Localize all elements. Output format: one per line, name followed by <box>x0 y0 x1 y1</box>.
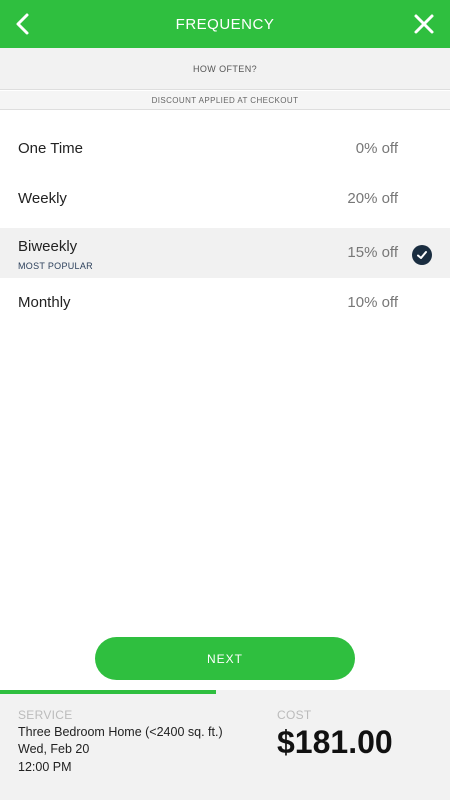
option-weekly[interactable]: Weekly 20% off <box>0 174 450 228</box>
option-discount: 10% off <box>347 294 398 311</box>
chevron-left-icon[interactable] <box>12 12 36 36</box>
how-often-text: HOW OFTEN? <box>193 63 257 74</box>
frequency-options: One Time 0% off Weekly 20% off Biweekly … <box>0 124 450 332</box>
cost-value: $181.00 <box>277 724 393 760</box>
close-icon[interactable] <box>413 13 435 35</box>
service-date: Wed, Feb 20 <box>18 742 90 756</box>
option-name: Biweekly <box>18 238 78 255</box>
option-one-time[interactable]: One Time 0% off <box>0 124 450 174</box>
cost-label: COST <box>277 708 312 722</box>
most-popular-badge: MOST POPULAR <box>18 261 93 271</box>
option-monthly[interactable]: Monthly 10% off <box>0 278 450 332</box>
option-discount: 0% off <box>355 140 398 157</box>
discount-note-bar: DISCOUNT APPLIED AT CHECKOUT <box>0 91 450 110</box>
option-discount: 15% off <box>347 244 398 261</box>
option-discount: 20% off <box>347 190 398 207</box>
option-name: Monthly <box>18 294 71 311</box>
app-header: FREQUENCY <box>0 0 450 48</box>
how-often-bar: HOW OFTEN? <box>0 48 450 90</box>
next-button[interactable]: NEXT <box>95 637 355 680</box>
booking-summary: SERVICE Three Bedroom Home (<2400 sq. ft… <box>0 694 450 800</box>
service-time: 12:00 PM <box>18 760 72 774</box>
service-label: SERVICE <box>18 708 73 722</box>
service-name: Three Bedroom Home (<2400 sq. ft.) <box>18 725 223 739</box>
option-name: Weekly <box>18 190 67 207</box>
page-title: FREQUENCY <box>175 15 275 33</box>
option-biweekly[interactable]: Biweekly MOST POPULAR 15% off <box>0 228 450 278</box>
checkmark-icon <box>412 245 432 265</box>
option-name: One Time <box>18 140 84 157</box>
discount-note-text: DISCOUNT APPLIED AT CHECKOUT <box>151 95 299 105</box>
